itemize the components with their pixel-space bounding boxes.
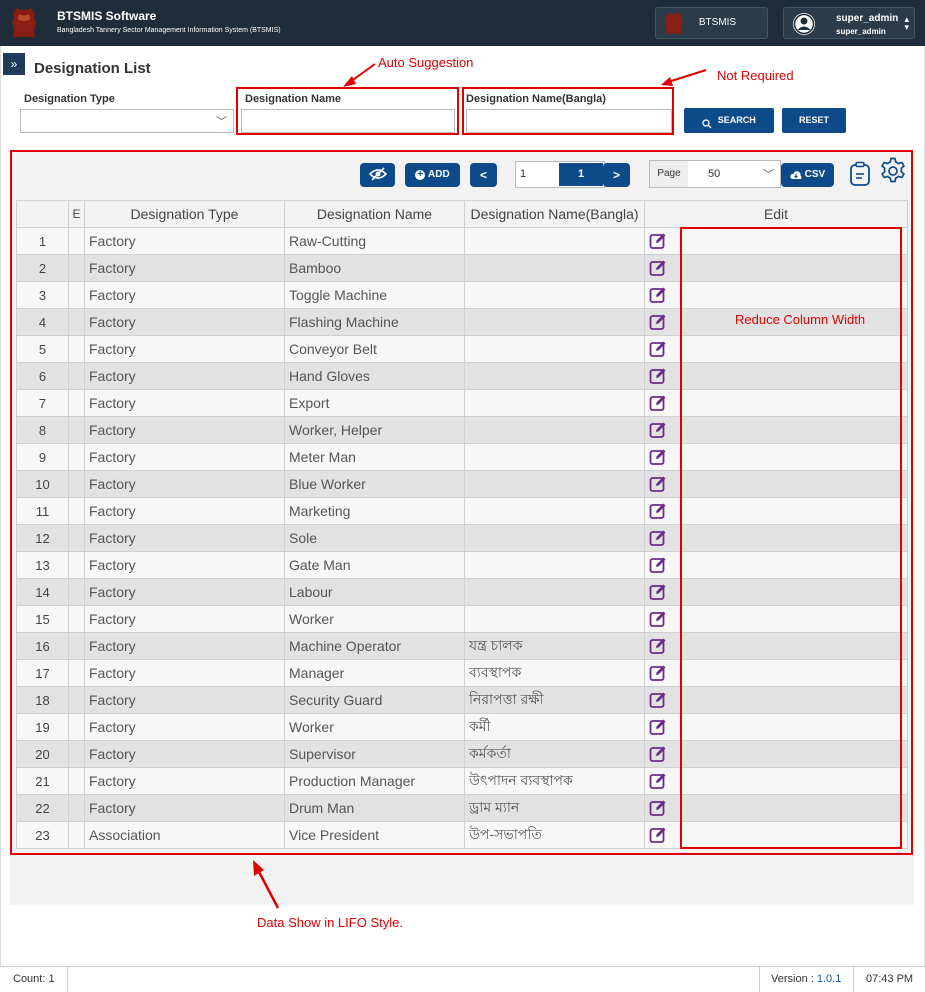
designation-type-select[interactable]: ﹀: [20, 109, 234, 133]
chevron-up-down-icon: ▴ ▾: [904, 14, 909, 32]
annotation-not-required: Not Required: [717, 68, 794, 83]
search-icon: [702, 119, 712, 129]
app-title: BTSMIS Software: [57, 9, 157, 23]
record-count: Count: 1: [13, 973, 55, 985]
leather-logo-icon: [12, 8, 36, 38]
version-number: 1.0.1: [816, 973, 842, 985]
user-name: super_admin: [836, 13, 899, 24]
search-button-label: SEARCH: [717, 115, 756, 125]
version-info: Version : 1.0.1: [771, 967, 841, 992]
app-subtitle: Bangladesh Tannery Sector Management Inf…: [57, 27, 281, 34]
reset-button[interactable]: RESET: [782, 108, 846, 133]
system-switch-button[interactable]: BTSMIS: [655, 7, 768, 39]
annotation-auto-suggestion: Auto Suggestion: [378, 55, 474, 70]
version-label: Version :: [771, 973, 817, 985]
annotation-box-bangla: [462, 87, 674, 135]
annotation-box-name: [236, 87, 459, 135]
user-menu[interactable]: super_admin super_admin ▴ ▾: [783, 7, 915, 39]
page-title: Designation List: [34, 60, 151, 77]
system-switch-label: BTSMIS: [698, 17, 737, 28]
annotation-lifo: Data Show in LIFO Style.: [257, 915, 403, 930]
designation-type-label: Designation Type: [24, 93, 115, 105]
sidebar-toggle-button[interactable]: »: [3, 53, 25, 75]
search-button[interactable]: SEARCH: [684, 108, 774, 133]
chevron-down-icon: ﹀: [216, 116, 227, 128]
clock-time: 07:43 PM: [866, 973, 914, 985]
app-header: BTSMIS Software Bangladesh Tannery Secto…: [0, 0, 925, 46]
annotation-reduce-width: Reduce Column Width: [735, 312, 866, 327]
user-avatar-icon: [793, 13, 815, 35]
status-bar: Count: 1 Version : 1.0.1 07:43 PM: [0, 966, 925, 992]
user-role: super_admin: [836, 27, 886, 36]
